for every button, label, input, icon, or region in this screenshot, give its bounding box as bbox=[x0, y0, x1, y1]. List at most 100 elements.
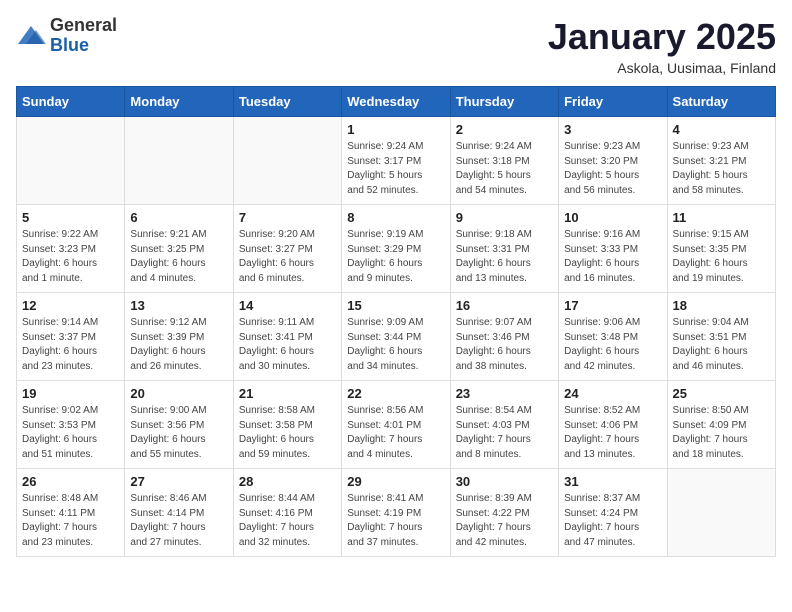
calendar-day-cell: 18 Sunrise: 9:04 AM Sunset: 3:51 PM Dayli… bbox=[667, 293, 775, 381]
calendar-day-cell bbox=[233, 117, 341, 205]
day-info: Sunrise: 9:12 AM Sunset: 3:39 PM Dayligh… bbox=[130, 316, 227, 374]
day-info: Sunrise: 9:07 AM Sunset: 3:46 PM Dayligh… bbox=[456, 316, 553, 374]
day-of-week-header: Tuesday bbox=[233, 87, 341, 117]
calendar-day-cell: 4 Sunrise: 9:23 AM Sunset: 3:21 PM Daylig… bbox=[667, 117, 775, 205]
calendar-day-cell bbox=[17, 117, 125, 205]
page-header: General Blue January 2025 Askola, Uusima… bbox=[16, 16, 776, 76]
calendar-day-cell: 30 Sunrise: 8:39 AM Sunset: 4:22 PM Dayli… bbox=[450, 469, 558, 557]
calendar-day-cell bbox=[125, 117, 233, 205]
day-number: 4 bbox=[673, 122, 770, 137]
day-info: Sunrise: 8:37 AM Sunset: 4:24 PM Dayligh… bbox=[564, 492, 661, 550]
calendar-day-cell: 22 Sunrise: 8:56 AM Sunset: 4:01 PM Dayli… bbox=[342, 381, 450, 469]
calendar-day-cell: 31 Sunrise: 8:37 AM Sunset: 4:24 PM Dayli… bbox=[559, 469, 667, 557]
day-info: Sunrise: 8:41 AM Sunset: 4:19 PM Dayligh… bbox=[347, 492, 444, 550]
calendar-day-cell: 17 Sunrise: 9:06 AM Sunset: 3:48 PM Dayli… bbox=[559, 293, 667, 381]
day-number: 29 bbox=[347, 474, 444, 489]
day-number: 3 bbox=[564, 122, 661, 137]
calendar-week-row: 1 Sunrise: 9:24 AM Sunset: 3:17 PM Daylig… bbox=[17, 117, 776, 205]
day-number: 22 bbox=[347, 386, 444, 401]
day-info: Sunrise: 9:09 AM Sunset: 3:44 PM Dayligh… bbox=[347, 316, 444, 374]
day-number: 7 bbox=[239, 210, 336, 225]
day-number: 18 bbox=[673, 298, 770, 313]
calendar-day-cell: 20 Sunrise: 9:00 AM Sunset: 3:56 PM Dayli… bbox=[125, 381, 233, 469]
day-number: 12 bbox=[22, 298, 119, 313]
month-title: January 2025 bbox=[548, 16, 776, 58]
day-info: Sunrise: 9:11 AM Sunset: 3:41 PM Dayligh… bbox=[239, 316, 336, 374]
calendar-day-cell: 11 Sunrise: 9:15 AM Sunset: 3:35 PM Dayli… bbox=[667, 205, 775, 293]
day-info: Sunrise: 8:54 AM Sunset: 4:03 PM Dayligh… bbox=[456, 404, 553, 462]
day-info: Sunrise: 9:14 AM Sunset: 3:37 PM Dayligh… bbox=[22, 316, 119, 374]
day-number: 5 bbox=[22, 210, 119, 225]
calendar-day-cell: 28 Sunrise: 8:44 AM Sunset: 4:16 PM Dayli… bbox=[233, 469, 341, 557]
day-number: 30 bbox=[456, 474, 553, 489]
day-number: 2 bbox=[456, 122, 553, 137]
day-number: 28 bbox=[239, 474, 336, 489]
day-info: Sunrise: 9:19 AM Sunset: 3:29 PM Dayligh… bbox=[347, 228, 444, 286]
calendar-day-cell: 2Sunrise: 9:24 AM Sunset: 3:18 PM Daylig… bbox=[450, 117, 558, 205]
day-info: Sunrise: 8:58 AM Sunset: 3:58 PM Dayligh… bbox=[239, 404, 336, 462]
day-number: 21 bbox=[239, 386, 336, 401]
day-of-week-header: Friday bbox=[559, 87, 667, 117]
day-number: 27 bbox=[130, 474, 227, 489]
calendar-day-cell: 21 Sunrise: 8:58 AM Sunset: 3:58 PM Dayli… bbox=[233, 381, 341, 469]
day-number: 16 bbox=[456, 298, 553, 313]
calendar-day-cell: 1 Sunrise: 9:24 AM Sunset: 3:17 PM Daylig… bbox=[342, 117, 450, 205]
calendar-day-cell: 3Sunrise: 9:23 AM Sunset: 3:20 PM Daylig… bbox=[559, 117, 667, 205]
day-info: Sunrise: 9:00 AM Sunset: 3:56 PM Dayligh… bbox=[130, 404, 227, 462]
logo-icon bbox=[16, 24, 46, 48]
day-info: Sunrise: 9:02 AM Sunset: 3:53 PM Dayligh… bbox=[22, 404, 119, 462]
day-info: Sunrise: 9:24 AM Sunset: 3:17 PM Dayligh… bbox=[347, 140, 444, 198]
calendar-day-cell: 10Sunrise: 9:16 AM Sunset: 3:33 PM Dayli… bbox=[559, 205, 667, 293]
calendar-week-row: 5 Sunrise: 9:22 AM Sunset: 3:23 PM Daylig… bbox=[17, 205, 776, 293]
day-info: Sunrise: 9:04 AM Sunset: 3:51 PM Dayligh… bbox=[673, 316, 770, 374]
day-of-week-header: Saturday bbox=[667, 87, 775, 117]
calendar-week-row: 12 Sunrise: 9:14 AM Sunset: 3:37 PM Dayli… bbox=[17, 293, 776, 381]
calendar-day-cell: 15 Sunrise: 9:09 AM Sunset: 3:44 PM Dayli… bbox=[342, 293, 450, 381]
day-number: 13 bbox=[130, 298, 227, 313]
day-info: Sunrise: 9:06 AM Sunset: 3:48 PM Dayligh… bbox=[564, 316, 661, 374]
calendar-day-cell: 9Sunrise: 9:18 AM Sunset: 3:31 PM Daylig… bbox=[450, 205, 558, 293]
location-subtitle: Askola, Uusimaa, Finland bbox=[548, 60, 776, 76]
calendar-day-cell: 13 Sunrise: 9:12 AM Sunset: 3:39 PM Dayli… bbox=[125, 293, 233, 381]
day-number: 23 bbox=[456, 386, 553, 401]
day-info: Sunrise: 8:39 AM Sunset: 4:22 PM Dayligh… bbox=[456, 492, 553, 550]
calendar-table: SundayMondayTuesdayWednesdayThursdayFrid… bbox=[16, 86, 776, 557]
day-info: Sunrise: 9:21 AM Sunset: 3:25 PM Dayligh… bbox=[130, 228, 227, 286]
calendar-day-cell: 8 Sunrise: 9:19 AM Sunset: 3:29 PM Daylig… bbox=[342, 205, 450, 293]
calendar-day-cell: 26 Sunrise: 8:48 AM Sunset: 4:11 PM Dayli… bbox=[17, 469, 125, 557]
day-number: 11 bbox=[673, 210, 770, 225]
day-number: 15 bbox=[347, 298, 444, 313]
day-of-week-header: Wednesday bbox=[342, 87, 450, 117]
day-info: Sunrise: 9:18 AM Sunset: 3:31 PM Dayligh… bbox=[456, 228, 553, 286]
calendar-day-cell: 6 Sunrise: 9:21 AM Sunset: 3:25 PM Daylig… bbox=[125, 205, 233, 293]
title-section: January 2025 Askola, Uusimaa, Finland bbox=[548, 16, 776, 76]
logo-text-general: General bbox=[50, 15, 117, 35]
calendar-week-row: 26 Sunrise: 8:48 AM Sunset: 4:11 PM Dayli… bbox=[17, 469, 776, 557]
day-number: 24 bbox=[564, 386, 661, 401]
day-info: Sunrise: 9:23 AM Sunset: 3:21 PM Dayligh… bbox=[673, 140, 770, 198]
day-info: Sunrise: 9:15 AM Sunset: 3:35 PM Dayligh… bbox=[673, 228, 770, 286]
calendar-day-cell: 24Sunrise: 8:52 AM Sunset: 4:06 PM Dayli… bbox=[559, 381, 667, 469]
calendar-header-row: SundayMondayTuesdayWednesdayThursdayFrid… bbox=[17, 87, 776, 117]
calendar-day-cell: 25Sunrise: 8:50 AM Sunset: 4:09 PM Dayli… bbox=[667, 381, 775, 469]
day-of-week-header: Sunday bbox=[17, 87, 125, 117]
day-info: Sunrise: 8:44 AM Sunset: 4:16 PM Dayligh… bbox=[239, 492, 336, 550]
day-number: 19 bbox=[22, 386, 119, 401]
day-number: 20 bbox=[130, 386, 227, 401]
day-info: Sunrise: 9:16 AM Sunset: 3:33 PM Dayligh… bbox=[564, 228, 661, 286]
day-number: 8 bbox=[347, 210, 444, 225]
day-number: 25 bbox=[673, 386, 770, 401]
day-number: 31 bbox=[564, 474, 661, 489]
day-number: 26 bbox=[22, 474, 119, 489]
day-info: Sunrise: 8:56 AM Sunset: 4:01 PM Dayligh… bbox=[347, 404, 444, 462]
day-number: 17 bbox=[564, 298, 661, 313]
calendar-day-cell: 7 Sunrise: 9:20 AM Sunset: 3:27 PM Daylig… bbox=[233, 205, 341, 293]
calendar-day-cell: 23 Sunrise: 8:54 AM Sunset: 4:03 PM Dayli… bbox=[450, 381, 558, 469]
day-number: 6 bbox=[130, 210, 227, 225]
day-info: Sunrise: 9:20 AM Sunset: 3:27 PM Dayligh… bbox=[239, 228, 336, 286]
day-info: Sunrise: 8:48 AM Sunset: 4:11 PM Dayligh… bbox=[22, 492, 119, 550]
calendar-day-cell bbox=[667, 469, 775, 557]
day-info: Sunrise: 8:46 AM Sunset: 4:14 PM Dayligh… bbox=[130, 492, 227, 550]
day-info: Sunrise: 9:22 AM Sunset: 3:23 PM Dayligh… bbox=[22, 228, 119, 286]
day-number: 1 bbox=[347, 122, 444, 137]
